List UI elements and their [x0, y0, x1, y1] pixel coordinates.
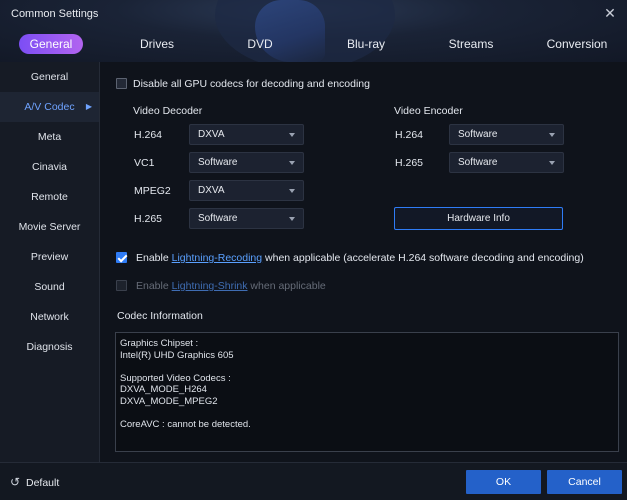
- sidebar-item-cinavia[interactable]: Cinavia: [0, 152, 99, 182]
- footer-bar: ↺ Default OK Cancel: [0, 462, 627, 500]
- sidebar-item-label: A/V Codec: [24, 101, 75, 113]
- video-decoder-heading: Video Decoder: [133, 105, 203, 117]
- sidebar: General A/V Codec ▶ Meta Cinavia Remote …: [0, 62, 100, 462]
- default-button[interactable]: ↺ Default: [10, 475, 59, 489]
- tab-general[interactable]: General: [19, 34, 83, 54]
- lightning-recoding-prefix: Enable: [136, 252, 172, 264]
- top-tabs: General Drives DVD Blu-ray Streams Conve…: [0, 34, 627, 56]
- chevron-down-icon: [549, 133, 555, 137]
- chevron-down-icon: [549, 161, 555, 165]
- video-encoder-heading: Video Encoder: [394, 105, 463, 117]
- info-line: DXVA_MODE_H264: [120, 384, 207, 395]
- sidebar-item-sound[interactable]: Sound: [0, 272, 99, 302]
- encoder-h265-value: Software: [458, 157, 498, 168]
- default-label: Default: [26, 477, 60, 489]
- decoder-h264-label: H.264: [134, 129, 163, 141]
- tab-bluray[interactable]: Blu-ray: [334, 34, 398, 54]
- codec-information-box[interactable]: Graphics Chipset : Intel(R) UHD Graphics…: [115, 332, 619, 452]
- info-line: Supported Video Codecs :: [120, 372, 231, 384]
- window-title: Common Settings: [11, 8, 99, 20]
- info-line: Graphics Chipset :: [120, 338, 199, 349]
- decoder-h265-select[interactable]: Software: [189, 208, 304, 229]
- decoder-vc1-value: Software: [198, 157, 238, 168]
- decoder-mpeg2-select[interactable]: DXVA: [189, 180, 304, 201]
- decoder-h265-label: H.265: [134, 213, 163, 225]
- title-bar: Common Settings ✕ General Drives DVD Blu…: [0, 0, 627, 70]
- info-line: [120, 407, 614, 419]
- tab-streams[interactable]: Streams: [439, 34, 503, 54]
- hardware-info-button[interactable]: Hardware Info: [394, 207, 563, 230]
- lightning-shrink-label: Enable Lightning-Shrink when applicable: [136, 280, 326, 292]
- info-line: [120, 361, 614, 373]
- codec-settings-panel: Disable all GPU codecs for decoding and …: [101, 62, 627, 462]
- chevron-down-icon: [289, 217, 295, 221]
- cancel-button[interactable]: Cancel: [547, 470, 622, 494]
- sidebar-item-diagnosis[interactable]: Diagnosis: [0, 332, 99, 362]
- chevron-right-icon: ▶: [85, 102, 92, 111]
- lightning-shrink-suffix: when applicable: [247, 280, 326, 292]
- tab-conversion[interactable]: Conversion: [542, 34, 612, 54]
- sidebar-item-network[interactable]: Network: [0, 302, 99, 332]
- sidebar-item-av-codec[interactable]: A/V Codec ▶: [0, 92, 99, 122]
- sidebar-item-preview[interactable]: Preview: [0, 242, 99, 272]
- decoder-h265-value: Software: [198, 213, 238, 224]
- sidebar-item-general[interactable]: General: [0, 62, 99, 92]
- lightning-shrink-link[interactable]: Lightning-Shrink: [172, 280, 248, 292]
- info-line: Intel(R) UHD Graphics 605: [120, 349, 234, 361]
- lightning-shrink-checkbox[interactable]: [116, 280, 127, 291]
- chevron-down-icon: [289, 133, 295, 137]
- disable-gpu-label: Disable all GPU codecs for decoding and …: [133, 78, 370, 90]
- decoder-h264-select[interactable]: DXVA: [189, 124, 304, 145]
- tab-drives[interactable]: Drives: [125, 34, 189, 54]
- sidebar-item-remote[interactable]: Remote: [0, 182, 99, 212]
- lightning-recoding-label: Enable Lightning-Recoding when applicabl…: [136, 252, 584, 264]
- lightning-recoding-checkbox[interactable]: [116, 252, 127, 263]
- reset-icon: ↺: [10, 475, 21, 489]
- tab-dvd[interactable]: DVD: [228, 34, 292, 54]
- chevron-down-icon: [289, 189, 295, 193]
- sidebar-item-movie-server[interactable]: Movie Server: [0, 212, 99, 242]
- encoder-h264-select[interactable]: Software: [449, 124, 564, 145]
- lightning-shrink-prefix: Enable: [136, 280, 172, 292]
- encoder-h264-label: H.264: [395, 129, 424, 141]
- decoder-vc1-label: VC1: [134, 157, 155, 169]
- ok-button[interactable]: OK: [466, 470, 541, 494]
- info-line: DXVA_MODE_MPEG2: [120, 395, 218, 407]
- codec-information-heading: Codec Information: [117, 310, 203, 322]
- decoder-mpeg2-label: MPEG2: [134, 185, 171, 197]
- decoder-vc1-select[interactable]: Software: [189, 152, 304, 173]
- encoder-h265-label: H.265: [395, 157, 424, 169]
- disable-gpu-checkbox[interactable]: [116, 78, 127, 89]
- chevron-down-icon: [289, 161, 295, 165]
- lightning-recoding-link[interactable]: Lightning-Recoding: [172, 252, 262, 264]
- close-icon[interactable]: ✕: [603, 6, 617, 20]
- lightning-recoding-suffix: when applicable (accelerate H.264 softwa…: [262, 252, 584, 264]
- decoder-mpeg2-value: DXVA: [198, 185, 225, 196]
- sidebar-item-meta[interactable]: Meta: [0, 122, 99, 152]
- info-line: CoreAVC : cannot be detected.: [120, 418, 251, 430]
- decoder-h264-value: DXVA: [198, 129, 225, 140]
- encoder-h264-value: Software: [458, 129, 498, 140]
- encoder-h265-select[interactable]: Software: [449, 152, 564, 173]
